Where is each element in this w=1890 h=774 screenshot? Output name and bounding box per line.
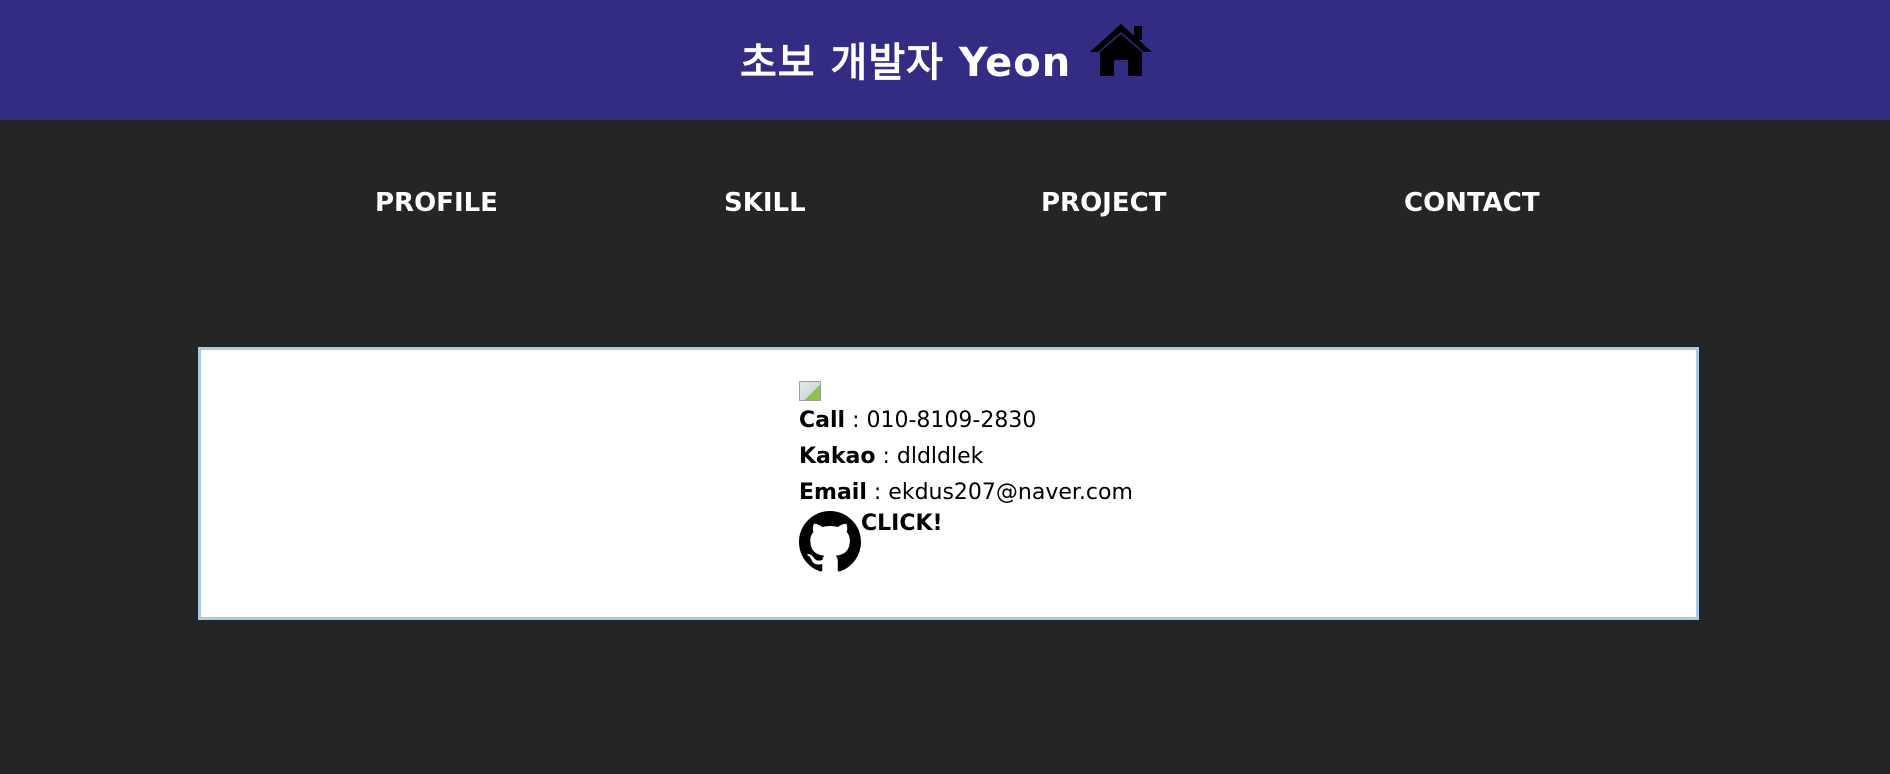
nav-item-profile[interactable]: PROFILE xyxy=(375,188,498,218)
kakao-label: Kakao xyxy=(799,444,876,469)
github-icon[interactable] xyxy=(799,511,861,573)
broken-image-icon xyxy=(799,381,821,401)
contact-kakao: Kakao : dldldlek xyxy=(799,439,1133,475)
contact-email: Email : ekdus207@naver.com xyxy=(799,475,1133,511)
contact-call: Call : 010-8109-2830 xyxy=(799,403,1133,439)
kakao-value: : dldldlek xyxy=(875,444,984,469)
site-title: 초보 개발자 Yeon xyxy=(740,40,1072,86)
contact-card: Call : 010-8109-2830 Kakao : dldldlek Em… xyxy=(198,347,1699,620)
nav-item-contact[interactable]: CONTACT xyxy=(1404,188,1540,218)
contact-content: Call : 010-8109-2830 Kakao : dldldlek Em… xyxy=(799,381,1133,575)
call-label: Call xyxy=(799,408,846,433)
email-value: : ekdus207@naver.com xyxy=(866,480,1133,505)
site-header: 초보 개발자 Yeon xyxy=(0,0,1890,120)
github-link[interactable]: CLICK! xyxy=(861,511,943,537)
nav-item-project[interactable]: PROJECT xyxy=(1041,188,1166,218)
main-nav: PROFILE SKILL PROJECT CONTACT xyxy=(0,120,1890,290)
home-icon[interactable] xyxy=(1088,22,1154,78)
email-label: Email xyxy=(799,480,867,505)
call-value: : 010-8109-2830 xyxy=(845,408,1037,433)
nav-item-skill[interactable]: SKILL xyxy=(724,188,806,218)
github-row: CLICK! xyxy=(799,511,1133,575)
